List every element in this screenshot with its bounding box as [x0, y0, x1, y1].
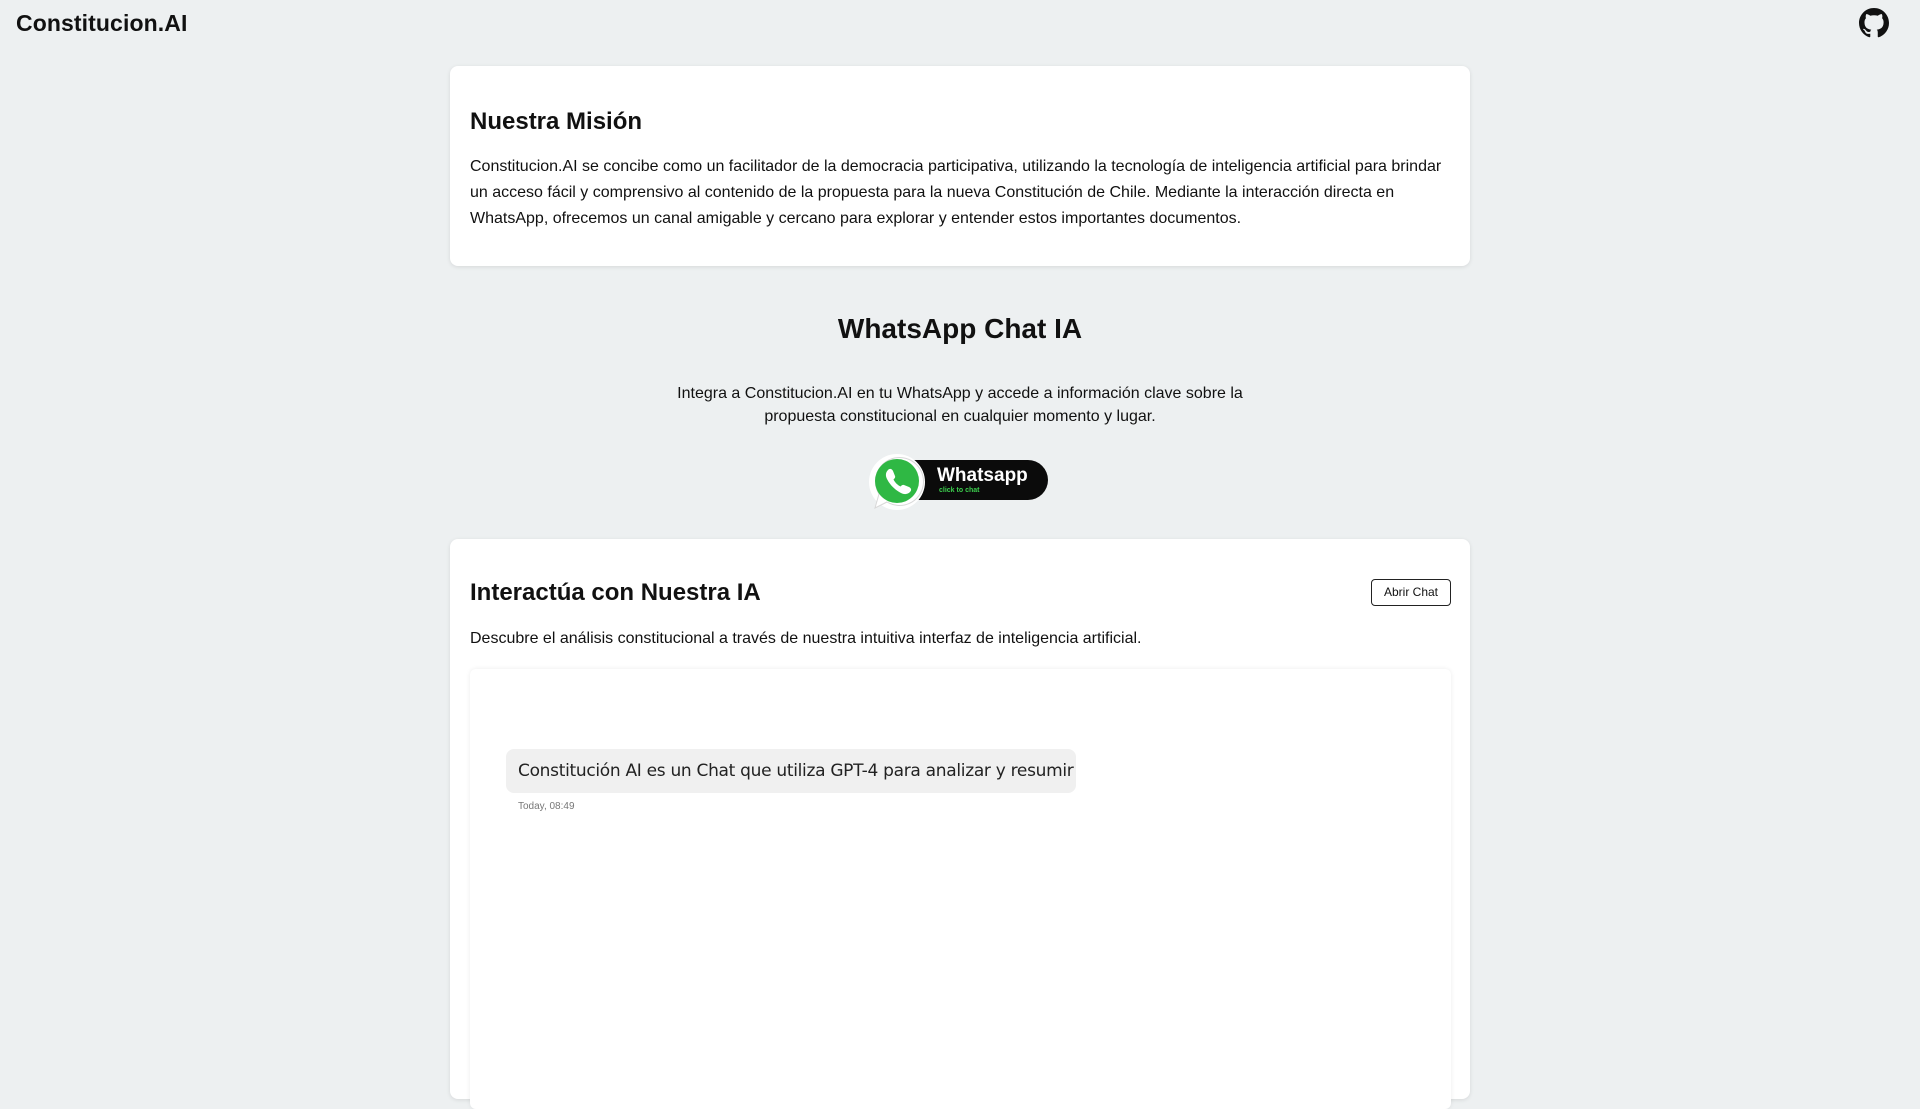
chat-message-bubble: Constitución AI es un Chat que utiliza G… [506, 749, 1076, 793]
whatsapp-icon [869, 454, 925, 510]
whatsapp-click-to-chat-button[interactable]: Whatsapp click to chat [868, 453, 1050, 513]
interact-title: Interactúa con Nuestra IA [470, 579, 761, 606]
chat-message-timestamp: Today, 08:49 [518, 801, 575, 812]
mission-text: Constitucion.AI se concibe como un facil… [470, 158, 1442, 227]
brand-logo-text[interactable]: Constitucion.AI [16, 10, 187, 37]
whatsapp-section-title: WhatsApp Chat IA [837, 313, 1083, 344]
whatsapp-description: Integra a Constitucion.AI en tu WhatsApp… [677, 385, 1243, 425]
interact-card: Interactúa con Nuestra IA Abrir Chat Des… [450, 539, 1470, 1109]
whatsapp-badge-sublabel: click to chat [939, 487, 980, 494]
github-icon[interactable] [1859, 8, 1889, 38]
mission-title: Nuestra Misión [470, 108, 643, 135]
top-bar: Constitucion.AI [0, 0, 1920, 46]
mission-card: Nuestra Misión Constitucion.AI se concib… [450, 66, 1470, 266]
interact-subtitle: Descubre el análisis constitucional a tr… [470, 630, 1142, 647]
open-chat-button[interactable]: Abrir Chat [1371, 579, 1451, 606]
chat-window[interactable]: Constitución AI es un Chat que utiliza G… [470, 669, 1451, 1109]
whatsapp-badge-label: Whatsapp [937, 465, 1028, 486]
